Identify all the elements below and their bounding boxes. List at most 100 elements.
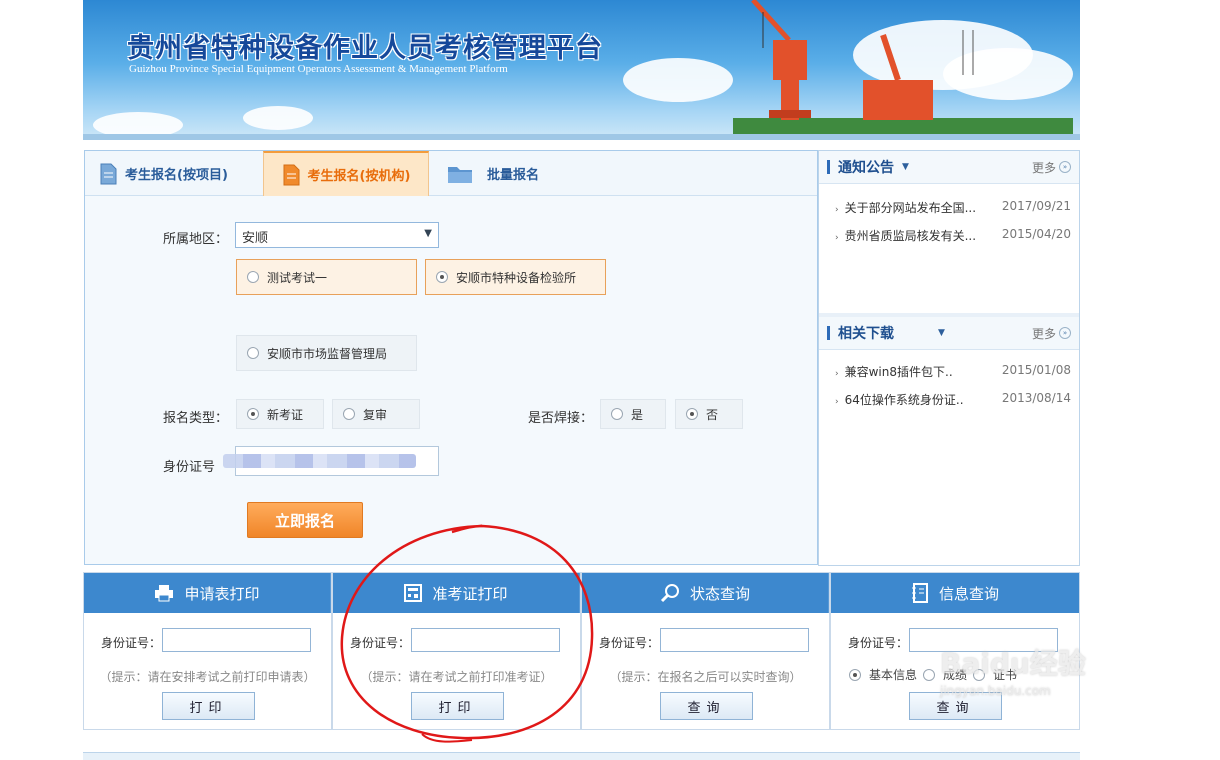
weld-option-yes[interactable]: 是	[600, 399, 666, 429]
tab-label: 考生报名(按项目)	[125, 168, 228, 183]
card-title: 申请表打印	[184, 584, 260, 603]
status-query-card: 状态查询 身份证号： （提示：在报名之后可以实时查询） 查询	[581, 572, 830, 730]
redacted-id-blur	[223, 454, 416, 468]
site-banner: 贵州省特种设备作业人员考核管理平台 Guizhou Province Speci…	[83, 0, 1080, 140]
notice-date: 2017/09/21	[1001, 199, 1071, 213]
radio-button[interactable]	[686, 408, 698, 420]
welding-label: 是否焊接：	[528, 411, 594, 426]
radio-button[interactable]	[923, 668, 936, 681]
download-item[interactable]: › 64位操作系统身份证.. 2013/08/14	[835, 391, 1075, 408]
tab-label: 批量报名	[487, 168, 540, 183]
radio-button[interactable]	[247, 347, 259, 359]
type-option-label: 复审	[363, 407, 388, 422]
download-item[interactable]: › 兼容win8插件包下.. 2015/01/08	[835, 363, 1075, 380]
sidebar: 通知公告 ▼ 更多 » › 关于部分网站发布全国... 2017/09/21 › 贵…	[818, 150, 1080, 566]
institution-option-label: 测试考试一	[267, 270, 328, 285]
hint-text: （提示：请在安排考试之前打印申请表）	[99, 670, 316, 684]
notice-text: 贵州省质监局核发有关...	[844, 229, 977, 243]
institution-option-anshun-inspection[interactable]: 安顺市特种设备检验所	[425, 259, 606, 295]
notice-item[interactable]: › 关于部分网站发布全国... 2017/09/21	[835, 199, 1075, 216]
print-button[interactable]: 打印	[162, 692, 255, 720]
registration-form: 所属地区： 安顺 ▼ 测试考试一 安顺市特种设备检验所 安顺市市场监督管理局 报…	[85, 196, 817, 564]
radio-button[interactable]	[849, 668, 861, 681]
download-date: 2015/01/08	[1001, 363, 1071, 377]
annotation-circle	[340, 524, 594, 743]
radio-button[interactable]	[343, 408, 355, 420]
radio-button[interactable]	[247, 408, 259, 420]
chevron-down-icon: ▼	[938, 328, 945, 338]
type-option-new[interactable]: 新考证	[236, 399, 324, 429]
tab-register-by-project[interactable]: 考生报名(按项目)	[99, 151, 259, 196]
institution-option-test-exam[interactable]: 测试考试一	[236, 259, 417, 295]
more-label: 更多	[1031, 326, 1056, 341]
downloads-more-link[interactable]: 更多 »	[1032, 325, 1071, 342]
region-label: 所属地区：	[163, 232, 229, 247]
radio-button[interactable]	[611, 408, 623, 420]
more-label: 更多	[1031, 160, 1056, 175]
watermark-brand: Baidu经验	[940, 647, 1086, 680]
notice-text: 关于部分网站发布全国...	[844, 201, 977, 215]
id-number-input[interactable]	[660, 628, 809, 652]
registration-type-label: 报名类型：	[163, 411, 229, 426]
notices-more-link[interactable]: 更多 »	[1032, 159, 1071, 176]
tab-batch-register[interactable]: 批量报名	[447, 151, 567, 196]
site-subtitle: Guizhou Province Special Equipment Opera…	[129, 63, 508, 75]
tab-label: 考生报名(按机构)	[307, 169, 411, 184]
notices-title: 通知公告	[838, 160, 894, 176]
id-number-label: 身份证号：	[599, 636, 660, 650]
weld-option-label: 是	[631, 407, 644, 422]
downloads-header: 相关下载 ▼ 更多 »	[819, 317, 1079, 350]
bullet-arrow-icon: ›	[835, 397, 839, 407]
card-header: 状态查询	[582, 573, 829, 613]
id-number-input[interactable]	[162, 628, 311, 652]
chevron-down-icon: ▼	[424, 228, 432, 239]
info-option-basic[interactable]: 基本信息	[849, 666, 917, 683]
cloud-decoration	[623, 58, 733, 102]
section-marker	[827, 326, 830, 340]
notice-item[interactable]: › 贵州省质监局核发有关... 2015/04/20	[835, 227, 1075, 244]
bullet-arrow-icon: ›	[835, 369, 839, 379]
info-option-label: 基本信息	[869, 668, 918, 682]
notebook-icon	[911, 583, 928, 603]
crane-illustration	[733, 0, 1073, 140]
notice-date: 2015/04/20	[1001, 227, 1071, 241]
notices-header: 通知公告 ▼ 更多 »	[819, 151, 1079, 184]
region-select[interactable]: 安顺 ▼	[235, 222, 439, 248]
card-title: 状态查询	[689, 584, 750, 603]
radio-button[interactable]	[436, 271, 448, 283]
region-select-value: 安顺	[242, 231, 269, 246]
card-title: 信息查询	[938, 584, 999, 603]
watermark-url: jingyan.baidu.com	[940, 684, 1051, 698]
download-text: 兼容win8插件包下..	[844, 365, 953, 379]
institution-option-label: 安顺市市场监督管理局	[267, 346, 388, 361]
weld-option-no[interactable]: 否	[675, 399, 743, 429]
download-date: 2013/08/14	[1001, 391, 1071, 405]
registration-tabs: 考生报名(按项目) 考生报名(按机构) 批量报名	[85, 151, 817, 196]
download-text: 64位操作系统身份证..	[844, 393, 964, 407]
chevron-down-icon: ▼	[902, 162, 909, 172]
id-number-label: 身份证号：	[101, 636, 162, 650]
id-number-label: 身份证号	[163, 460, 216, 475]
site-title: 贵州省特种设备作业人员考核管理平台	[127, 33, 603, 64]
institution-option-label: 安顺市特种设备检验所	[456, 270, 577, 285]
search-icon	[660, 584, 679, 603]
institution-option-market-supervision[interactable]: 安顺市市场监督管理局	[236, 335, 417, 371]
section-marker	[827, 160, 830, 174]
document-icon	[283, 164, 300, 185]
application-print-card: 申请表打印 身份证号： （提示：请在安排考试之前打印申请表） 打印	[83, 572, 332, 730]
printer-icon	[155, 585, 174, 602]
banner-divider	[83, 134, 1080, 140]
double-chevron-right-icon: »	[1059, 327, 1071, 339]
type-option-review[interactable]: 复审	[332, 399, 420, 429]
card-header: 申请表打印	[84, 573, 331, 613]
footer-strip	[83, 752, 1080, 760]
cloud-decoration	[243, 106, 313, 130]
tab-register-by-institution[interactable]: 考生报名(按机构)	[263, 151, 429, 196]
weld-option-label: 否	[706, 407, 719, 422]
query-button[interactable]: 查询	[660, 692, 753, 720]
radio-button[interactable]	[247, 271, 259, 283]
bullet-arrow-icon: ›	[835, 233, 839, 243]
double-chevron-right-icon: »	[1059, 161, 1071, 173]
watermark: Baidu经验 jingyan.baidu.com	[940, 642, 1086, 698]
folder-icon	[448, 166, 472, 183]
